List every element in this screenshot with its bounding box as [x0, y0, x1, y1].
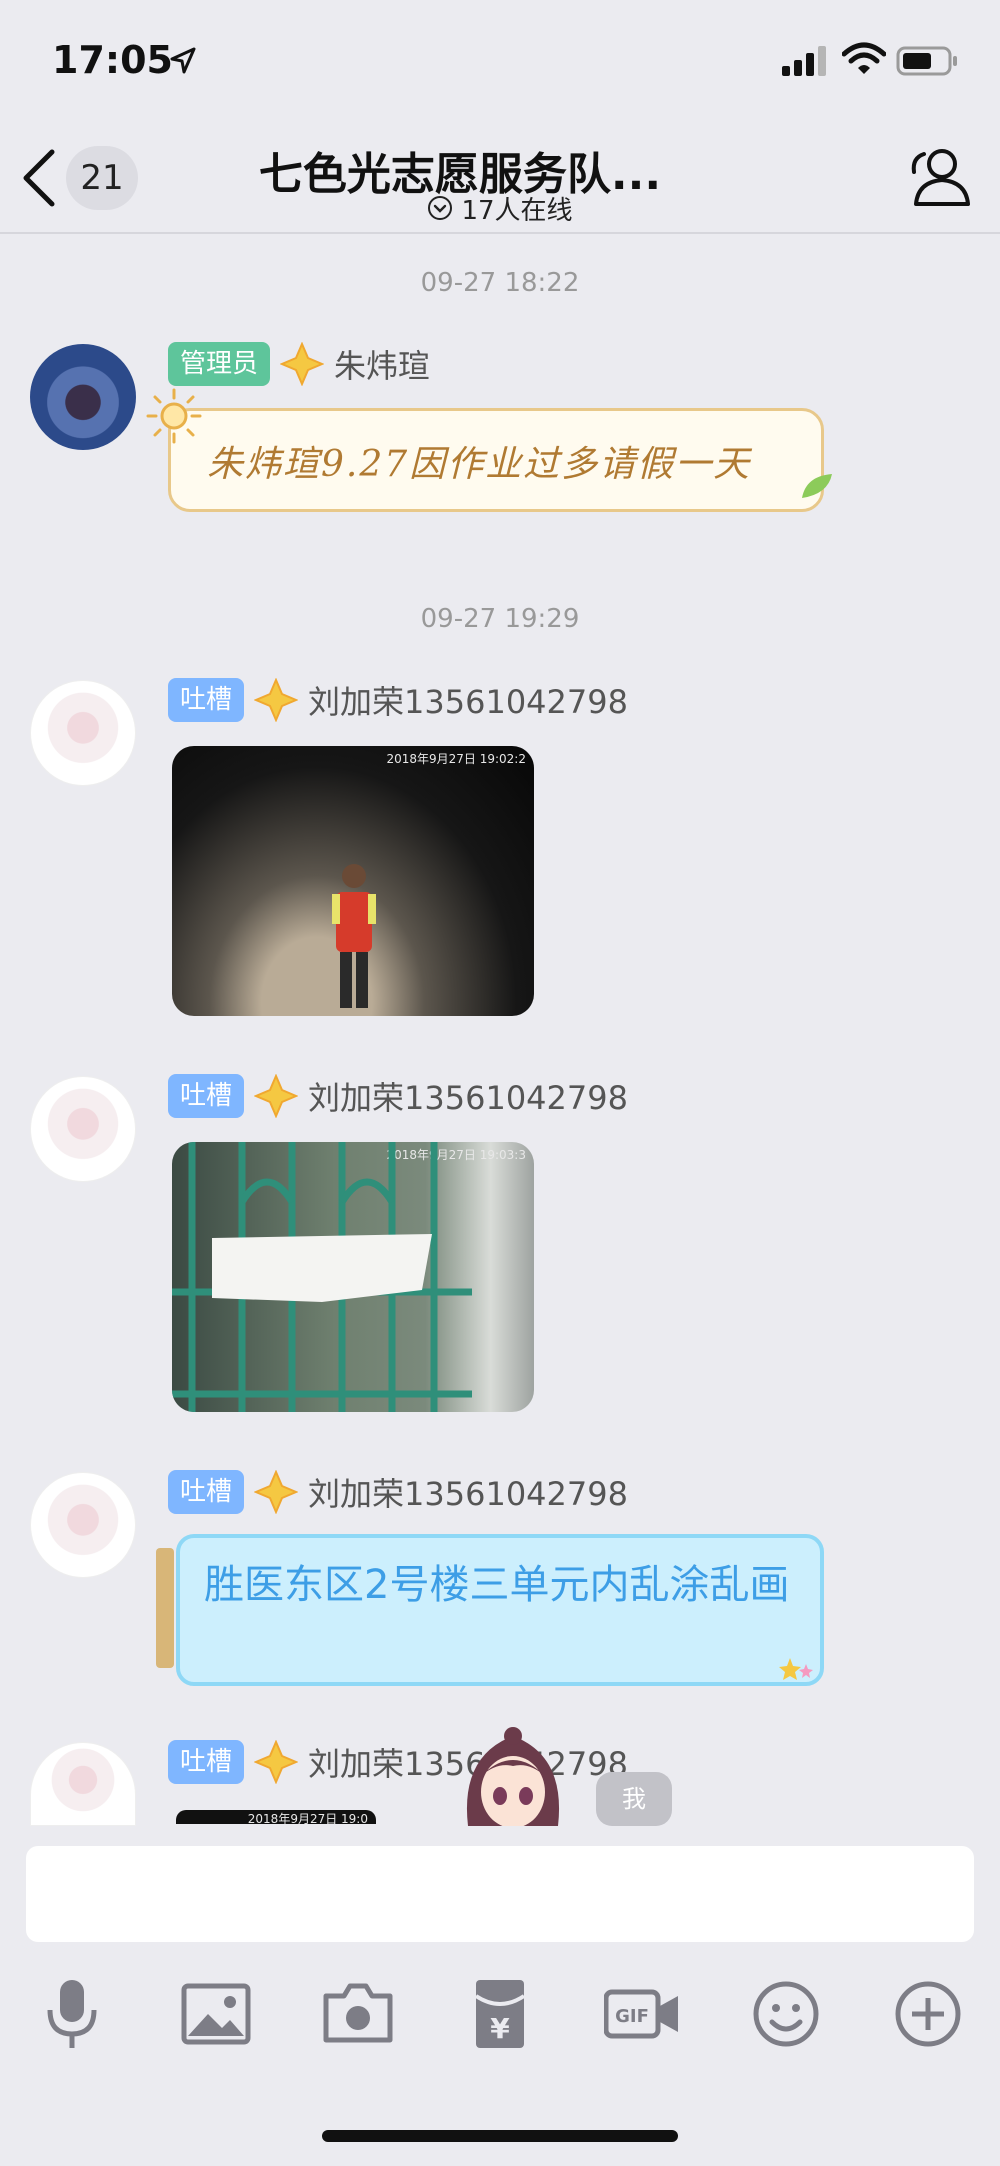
me-badge[interactable]: 我	[596, 1772, 672, 1826]
cellular-signal-icon	[782, 46, 826, 76]
image-timestamp-overlay: 2018年9月27日 19:0	[247, 1812, 368, 1826]
svg-text:¥: ¥	[490, 2012, 510, 2045]
message-text: 朱炜瑄9.27因作业过多请假一天	[207, 444, 752, 485]
plus-icon[interactable]	[890, 1976, 966, 2052]
role-tag-tucao: 吐槽	[168, 1074, 245, 1118]
input-area: ¥ GIF	[0, 1826, 1000, 2166]
leaf-decoration-icon	[802, 474, 832, 498]
message-timestamp: 09-27 18:22	[420, 268, 580, 298]
avatar[interactable]	[30, 1076, 136, 1182]
sender-name[interactable]: 刘加荣13561042798	[308, 677, 628, 723]
image-icon[interactable]	[178, 1976, 254, 2052]
chevron-circle-down-icon	[428, 196, 453, 220]
red-packet-icon[interactable]: ¥	[462, 1976, 538, 2052]
microphone-icon[interactable]	[34, 1976, 110, 2052]
chat-header: 21 七色光志愿服务队... 17人在线	[0, 120, 1000, 234]
online-status[interactable]: 17人在线	[380, 190, 620, 226]
mascot-girl-icon[interactable]	[454, 1726, 572, 1826]
rank-star-icon	[254, 1470, 299, 1514]
battery-icon	[896, 46, 957, 76]
message-image[interactable]: 2018年9月27日 19:02:2	[172, 746, 534, 1016]
sun-decoration-icon	[146, 388, 202, 444]
online-count: 17人在线	[461, 195, 573, 226]
sender-name[interactable]: 朱炜瑄	[334, 341, 430, 387]
gate-bars-graphic	[172, 1142, 472, 1412]
avatar[interactable]	[30, 680, 136, 786]
note-bubble[interactable]: 朱炜瑄9.27因作业过多请假一天	[168, 408, 824, 512]
avatar[interactable]	[30, 1472, 136, 1578]
unread-count-badge[interactable]: 21	[66, 146, 138, 210]
emoji-icon[interactable]	[748, 1976, 824, 2052]
role-tag-tucao: 吐槽	[168, 1470, 245, 1514]
message-timestamp: 09-27 19:29	[420, 604, 580, 634]
text-bubble[interactable]: 胜医东区2号楼三单元内乱涂乱画	[176, 1534, 824, 1686]
message-image[interactable]: 2018年9月27日 19:03:3	[172, 1142, 534, 1412]
message-text: 胜医东区2号楼三单元内乱涂乱画	[204, 1562, 790, 1608]
camera-icon[interactable]	[320, 1976, 396, 2052]
rank-star-icon	[280, 342, 325, 386]
star-decoration-icon	[779, 1658, 813, 1680]
avatar[interactable]	[30, 344, 136, 450]
sender-name[interactable]: 刘加荣13561042798	[308, 1073, 628, 1119]
rank-star-icon	[254, 1074, 299, 1118]
person-figure-icon	[332, 864, 376, 1008]
rank-star-icon	[254, 1740, 299, 1784]
message-input[interactable]	[26, 1846, 974, 1942]
sender-row: 吐槽 刘加荣13561042798	[168, 678, 628, 722]
location-arrow-icon	[170, 47, 196, 74]
gif-icon[interactable]: GIF	[604, 1976, 680, 2052]
status-time: 17:05	[52, 38, 173, 82]
message-image[interactable]: 2018年9月27日 19:0	[176, 1810, 376, 1826]
group-members-icon[interactable]	[904, 142, 974, 212]
home-indicator[interactable]	[322, 2130, 678, 2142]
sender-name[interactable]: 刘加荣13561042798	[308, 1469, 628, 1515]
sender-row: 吐槽 刘加荣13561042798	[168, 1470, 628, 1514]
wifi-icon	[842, 42, 886, 74]
sender-row: 管理员 朱炜瑄	[168, 342, 430, 386]
role-tag-tucao: 吐槽	[168, 1740, 245, 1784]
rank-star-icon	[254, 678, 299, 722]
back-chevron-icon[interactable]	[20, 148, 60, 208]
sender-row: 吐槽 刘加荣13561042798	[168, 1074, 628, 1118]
status-bar: 17:05	[0, 0, 1000, 120]
role-tag-admin: 管理员	[168, 342, 271, 386]
avatar[interactable]	[30, 1742, 136, 1826]
bubble-decoration	[156, 1548, 174, 1668]
role-tag-tucao: 吐槽	[168, 678, 245, 722]
image-timestamp-overlay: 2018年9月27日 19:02:2	[386, 752, 526, 766]
input-toolbar: ¥ GIF	[0, 1976, 1000, 2086]
svg-text:GIF: GIF	[615, 2006, 649, 2027]
